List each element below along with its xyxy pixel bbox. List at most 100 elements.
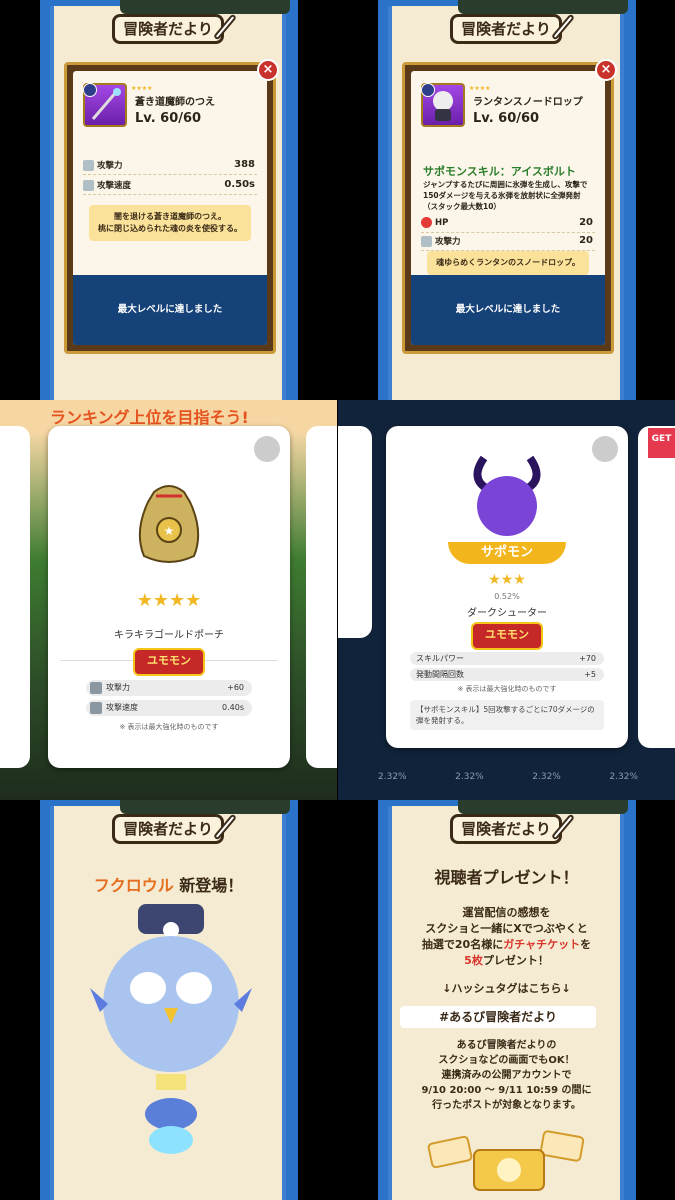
share-icon[interactable] — [592, 436, 618, 462]
reward-card: ★ ★★★★ キラキラゴールドポーチ ユモモン 攻撃力 +60 攻撃速度 0.4… — [48, 426, 290, 768]
svg-text:★: ★ — [164, 524, 175, 538]
attack-icon — [83, 160, 94, 171]
category-badge-icon — [83, 83, 97, 97]
rarity-stars: ★★★★ — [136, 590, 202, 611]
game-logo: ユモモン — [133, 648, 205, 676]
rarity-stars: ★★★ — [488, 572, 526, 588]
rate-label: 2.32% — [532, 772, 561, 782]
text-part: を — [580, 938, 592, 951]
stat-row: 攻撃力 388 — [83, 159, 257, 175]
ticket-label: ガチャチケット — [503, 938, 581, 951]
panel-weapon: 冒険者だより ★★★★ 蒼き道魔師のつえ Lv. 60/60 攻撃力 388 攻… — [0, 0, 337, 400]
text-line: 行ったポストが対象となります。 — [432, 1100, 581, 1111]
speed-icon — [90, 702, 102, 714]
ticket-icons — [427, 1130, 585, 1191]
new-monster-title: フクロウル 新登場！ — [0, 872, 337, 896]
stat-label: 攻撃速度 — [106, 703, 138, 712]
next-card[interactable] — [638, 426, 675, 748]
notification-bar — [120, 0, 290, 14]
close-button[interactable]: × — [257, 59, 279, 81]
stat-row: 攻撃力 +60 — [86, 680, 252, 696]
item-thumbnail — [83, 83, 127, 127]
item-level: Lv. 60/60 — [473, 111, 540, 126]
stat-row: HP 20 — [421, 217, 595, 233]
stat-label: 攻撃力 — [106, 683, 130, 692]
panel-dark-shooter: GET 2.32% 2.32% 2.32% 2.32% サポモン ★★★ 0.5… — [338, 400, 675, 800]
banner-title: 冒険者だより — [450, 814, 562, 844]
item-dialog: ★★★★ ランタンスノードロップ Lv. 60/60 サポモンスキル：アイスボル… — [402, 59, 617, 354]
stat-label: 攻撃力 — [97, 161, 123, 171]
stat-row: 攻撃力 20 — [421, 235, 595, 251]
stat-value: 20 — [579, 235, 593, 246]
gold-pouch-icon: ★ — [138, 485, 200, 563]
rarity-stars: ★★★★ — [469, 85, 491, 92]
prev-card[interactable] — [338, 426, 372, 638]
stat-label: 発動間隔回数 — [416, 670, 464, 679]
text-line: 運営配信の感想を — [462, 906, 551, 919]
text-line: 9/10 20:00 ～ 9/11 10:59 の間に — [421, 1085, 592, 1096]
drop-rate: 0.52% — [494, 592, 520, 601]
item-level: Lv. 60/60 — [135, 111, 202, 126]
owl-monster-icon — [90, 904, 252, 1154]
text-line: 抽選で20名様にガチャチケットを — [338, 936, 675, 952]
stat-label: 攻撃力 — [435, 237, 461, 247]
item-name: キラキラゴールドポーチ — [114, 630, 224, 641]
speed-icon — [83, 180, 94, 191]
title-rest: 新登場！ — [179, 876, 244, 895]
panel-support-monster: 冒険者だより ★★★★ ランタンスノードロップ Lv. 60/60 サポモンスキ… — [338, 0, 675, 400]
item-name: ランタンスノードロップ — [473, 97, 583, 108]
text-line: 連携済みの公開アカウントで — [441, 1070, 572, 1081]
prev-card[interactable] — [0, 426, 30, 768]
max-level-bar: 最大レベルに達しました — [411, 275, 605, 345]
stat-row: スキルパワー +70 — [410, 652, 604, 665]
notification-bar — [458, 800, 628, 814]
item-thumbnail — [421, 83, 465, 127]
notification-bar — [458, 0, 628, 14]
note: ※ 表示は最大強化時のものです — [119, 723, 219, 731]
stat-row: 発動間隔回数 +5 — [410, 668, 604, 681]
hashtag-label: ↓ハッシュタグはこちら↓ — [442, 982, 571, 995]
skill-title: サポモンスキル：アイスボルト — [423, 165, 576, 178]
text-line: スクショなどの画面でもOK！ — [438, 1055, 575, 1066]
heart-icon — [421, 217, 432, 228]
text-part: プレゼント！ — [482, 954, 549, 967]
close-button[interactable]: × — [595, 59, 617, 81]
panel-new-monster: 冒険者だより フクロウル 新登場！ — [0, 800, 337, 1200]
banner-title: 冒険者だより — [450, 14, 562, 44]
monster-name: フクロウル — [93, 876, 174, 895]
rate-label: 2.32% — [609, 772, 638, 782]
banner-title: 冒険者だより — [112, 814, 224, 844]
stat-value: 388 — [234, 159, 255, 170]
get-badge: GET — [648, 428, 675, 458]
rate-label: 2.32% — [378, 772, 407, 782]
next-card[interactable] — [306, 426, 337, 768]
stat-row: 攻撃速度 0.50s — [83, 179, 257, 195]
item-description: 魂ゆらめくランタンのスノードロップ。 — [427, 251, 589, 275]
text-line: スクショと一緒にXでつぶやくと — [425, 922, 588, 935]
text-part: 抽選で20名様に — [421, 938, 504, 951]
category-badge-icon — [421, 83, 435, 97]
max-level-bar: 最大レベルに達しました — [73, 275, 267, 345]
item-description: 闇を退ける蒼き道魔師のつえ。 桃に閉じ込められた魂の炎を使役する。 — [89, 205, 251, 241]
stat-label: HP — [435, 218, 449, 228]
dark-shooter-icon — [473, 455, 541, 536]
stat-value: +60 — [227, 683, 244, 692]
ranking-title: ランキング上位を目指そう! — [50, 408, 249, 427]
skill-description: ジャンプするたびに周囲に氷弾を生成し、攻撃で150ダメージを与える氷弾を放射状に… — [423, 180, 588, 211]
stat-value: 0.50s — [224, 179, 255, 190]
share-icon[interactable] — [254, 436, 280, 462]
description-line: 桃に閉じ込められた魂の炎を使役する。 — [98, 224, 242, 233]
support-ribbon: サポモン — [448, 542, 566, 564]
note: ※ 表示は最大強化時のものです — [457, 685, 557, 693]
text-line: あるび冒険者だよりの — [456, 1040, 557, 1051]
rarity-stars: ★★★★ — [131, 85, 153, 92]
reward-card: サポモン ★★★ 0.52% ダークシューター ユモモン スキルパワー +70 … — [386, 426, 628, 748]
description-line: 闇を退ける蒼き道魔師のつえ。 — [114, 212, 226, 221]
attack-icon — [90, 682, 102, 694]
stat-row: 攻撃速度 0.40s — [86, 700, 252, 716]
panel-gold-pouch: ランキング上位を目指そう! ★ ★★★★ キラキラゴールドポーチ ユモモン 攻撃… — [0, 400, 337, 800]
collage: 冒険者だより ★★★★ 蒼き道魔師のつえ Lv. 60/60 攻撃力 388 攻… — [0, 0, 675, 1200]
item-dialog: ★★★★ 蒼き道魔師のつえ Lv. 60/60 攻撃力 388 攻撃速度 0.5… — [64, 59, 279, 354]
stat-value: +70 — [579, 654, 596, 663]
present-title: 視聴者プレゼント！ — [434, 868, 579, 887]
